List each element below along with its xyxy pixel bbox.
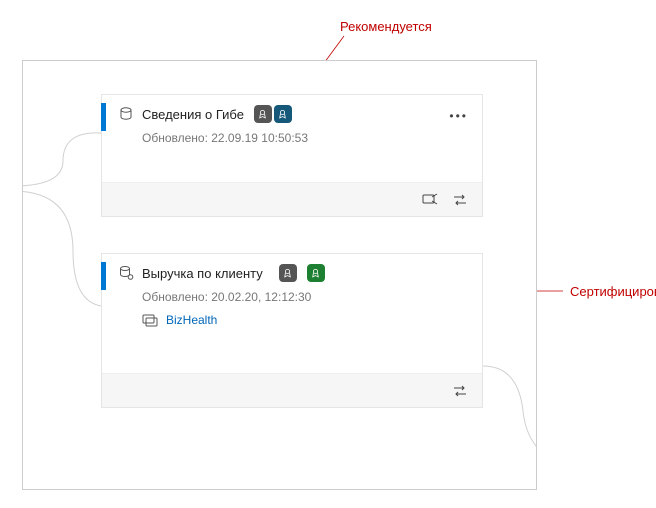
share-icon[interactable]	[422, 192, 438, 208]
card-title: Сведения о Гибе	[142, 107, 244, 122]
lineage-panel: Сведения о Гибе ••• Обновлено: 22.09.19 …	[22, 60, 537, 490]
workspace-link[interactable]: BizHealth	[102, 306, 482, 330]
card-updated: Обновлено: 22.09.19 10:50:53	[102, 127, 482, 147]
more-options-button[interactable]: •••	[449, 109, 468, 123]
recommended-badge-overlay-icon	[274, 105, 292, 123]
dataset-card-2[interactable]: Выручка по клиенту Обновлено: 20.02.20, …	[101, 253, 483, 408]
swap-icon[interactable]	[452, 192, 468, 208]
workspace-name: BizHealth	[166, 313, 217, 327]
dataset-icon	[118, 106, 134, 122]
linked-dataset-icon	[118, 265, 134, 281]
swap-icon[interactable]	[452, 383, 468, 399]
dataset-card-1[interactable]: Сведения о Гибе ••• Обновлено: 22.09.19 …	[101, 94, 483, 217]
certified-badge-dark-icon	[279, 264, 297, 282]
card-footer	[102, 373, 482, 407]
card-title: Выручка по клиенту	[142, 266, 263, 281]
card-footer	[102, 182, 482, 216]
certified-badge-icon	[307, 264, 325, 282]
card-updated: Обновлено: 20.02.20, 12:12:30	[102, 286, 482, 306]
recommended-badge-icon	[254, 105, 272, 123]
workspace-icon	[142, 312, 158, 328]
